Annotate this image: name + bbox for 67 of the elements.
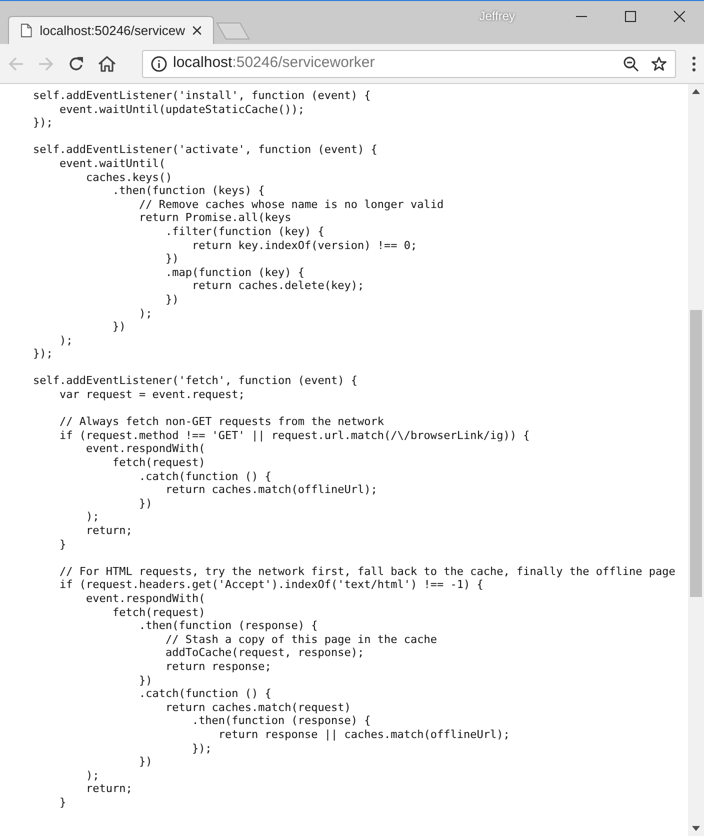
code-line: }) <box>164 252 179 266</box>
url-text: localhost:50246/serviceworker <box>173 53 375 74</box>
code-line: return caches.match(offlineUrl); <box>164 483 378 497</box>
code-line: }) <box>138 755 152 769</box>
code-line: } <box>58 796 66 810</box>
code-line: } <box>58 538 66 552</box>
code-line: fetch(request) <box>111 606 206 620</box>
code-line: return caches.match(request) <box>164 700 351 714</box>
code-line: caches.keys() <box>84 170 172 184</box>
zoom-out-icon[interactable] <box>623 56 640 72</box>
browser-tab[interactable]: localhost:50246/servicew <box>8 16 214 44</box>
code-line: ); <box>84 768 100 782</box>
code-line: event.respondWith( <box>84 592 206 606</box>
address-bar[interactable]: localhost:50246/serviceworker <box>142 50 676 78</box>
code-line: }); <box>33 347 53 361</box>
code-line: }); <box>190 742 212 756</box>
scrollbar-thumb[interactable] <box>690 310 702 597</box>
code-line: .catch(function () { <box>138 470 272 484</box>
code-line: return caches.delete(key); <box>190 279 364 293</box>
code-line: event.respondWith( <box>84 442 206 456</box>
code-line: }) <box>138 674 152 688</box>
menu-icon[interactable] <box>692 56 696 72</box>
code-line: ); <box>84 510 100 524</box>
code-line: }) <box>138 496 152 510</box>
code-line: self.addEventListener('activate', function (event) { <box>33 143 378 157</box>
code-line: if (request.headers.get('Accept').indexOf('text/html') !== -1) { <box>58 578 484 592</box>
code-line: var request = event.request; <box>58 388 245 402</box>
code-line: }) <box>111 320 126 334</box>
code-line: self.addEventListener('fetch', function (event) { <box>33 374 358 388</box>
code-line: return response; <box>164 660 272 674</box>
code-line: .filter(function (key) { <box>164 224 324 239</box>
code-line: .then(function (response) { <box>138 619 318 633</box>
home-icon[interactable] <box>98 56 116 72</box>
close-icon[interactable] <box>674 10 685 22</box>
maximize-icon[interactable] <box>625 10 636 22</box>
star-icon[interactable] <box>651 56 668 72</box>
code-line: // Always fetch non-GET requests from the network <box>58 415 384 429</box>
code-line: event.waitUntil( <box>58 156 166 171</box>
code-line: return response || caches.match(offlineUrl); <box>217 728 510 742</box>
code-line: // Remove caches whose name is no longer valid <box>138 198 444 212</box>
code-line: if (request.method !== 'GET' || request.url.match(/\/browserLink/ig)) { <box>58 428 530 442</box>
code-line: return Promise.all(keys <box>138 211 292 225</box>
code-line: self.addEventListener('install', function (event) { <box>33 89 371 103</box>
scrollbar[interactable] <box>688 84 704 836</box>
document-icon <box>21 23 32 38</box>
code-line: .then(function (response) { <box>190 714 371 728</box>
code-line: return key.indexOf(version) !== 0; <box>190 238 418 252</box>
code-line: .catch(function () { <box>138 687 272 701</box>
code-line: event.waitUntil(updateStaticCache()); <box>58 102 305 116</box>
code-line: return; <box>84 782 132 796</box>
reload-icon[interactable] <box>68 56 84 72</box>
code-line: return; <box>84 524 132 538</box>
tab-title: localhost:50246/servicew <box>40 22 185 40</box>
code-line: .map(function (key) { <box>164 266 305 280</box>
code-line: ); <box>138 306 152 320</box>
code-line: ); <box>58 334 73 348</box>
code-line: addToCache(request, response); <box>164 646 364 660</box>
scroll-down-icon[interactable] <box>692 826 700 831</box>
code-line: }) <box>164 292 179 306</box>
info-icon[interactable] <box>151 56 167 72</box>
code-line: // For HTML requests, try the network first, fall back to the cache, finally the offline page <box>58 564 676 578</box>
code-line: // Stash a copy of this page in the cache <box>164 632 437 646</box>
code-line: }); <box>33 116 53 130</box>
close-icon[interactable] <box>192 26 201 35</box>
scroll-up-icon[interactable] <box>692 89 700 94</box>
code-line: fetch(request) <box>111 456 206 470</box>
code-line: .then(function (keys) { <box>111 184 265 198</box>
